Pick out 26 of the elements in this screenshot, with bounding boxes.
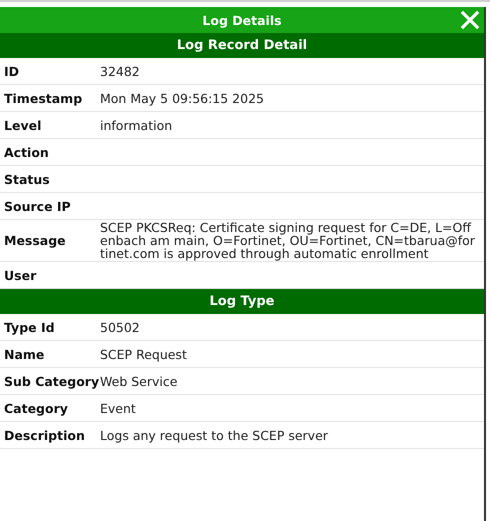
field-label: Status <box>3 172 51 186</box>
field-label: Level <box>3 118 42 132</box>
field-value: Mon May 5 09:56:15 2025 <box>100 92 265 104</box>
field-label: Action <box>3 144 50 160</box>
field-label: Name <box>3 346 46 362</box>
field-value: information <box>100 118 174 132</box>
field-label: Description <box>3 428 86 442</box>
field-value: Web Service <box>100 374 178 388</box>
field-label: Timestamp <box>3 90 84 106</box>
field-value: SCEP Request <box>100 348 188 360</box>
field-label: User <box>3 268 38 282</box>
close-icon[interactable] <box>460 10 480 30</box>
field-label: ID <box>3 64 20 78</box>
section-header: Log Record Detail <box>0 33 484 58</box>
window-title: Log Details <box>202 12 282 28</box>
field-label: Category <box>3 400 69 416</box>
field-label: Type Id <box>3 320 56 334</box>
field-value: Logs any request to the SCEP server <box>100 428 329 442</box>
field-value: 32482 <box>100 64 141 78</box>
section-header: Log Type <box>0 289 484 314</box>
field-value: SCEP PKCSReq: Certificate signing request for C=DE, L=Offenbach am main, O=Fortinet, OU=Fortinet, CN=tbarua@fortinet.com is approved through automatic enrollment <box>100 221 476 260</box>
field-label: Sub Category <box>3 374 100 388</box>
field-label: Source IP <box>3 198 72 214</box>
field-value: 50502 <box>100 320 141 334</box>
field-label: Message <box>3 233 67 248</box>
field-value: Event <box>100 402 137 414</box>
